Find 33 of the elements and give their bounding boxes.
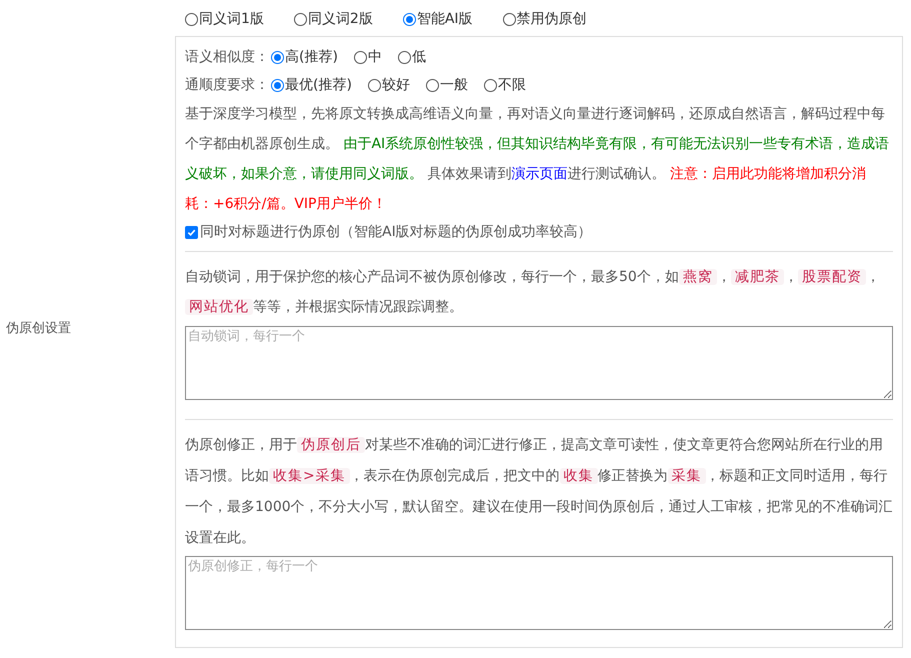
radio-label: 智能AI版 [416, 10, 473, 28]
radio-label: 同义词1版 [199, 10, 264, 28]
radio-button[interactable] [271, 78, 284, 92]
ai-description: 基于深度学习模型，先将原文转换成高维语义向量，再对语义向量进行逐词解码，还原成自然语言，解码过程中每个字都由机器原创生成。 由于AI系统原创性较强，但其知识结构毕竟有限，有可能无法识别一些专有术语，造成语义破坏，如果介意，请使用同义词版。 具体效果请到演示页面进行测试确认。 注意：启用此功能将增加积分消耗：+6积分/篇。VIP用户半价！ [185, 105, 890, 214]
section-label: 伪原创设置 [6, 321, 71, 336]
radio-button[interactable] [368, 78, 381, 92]
radio-label: 最优(推荐) [285, 76, 352, 94]
demo-page-link[interactable]: 演示页面 [511, 166, 568, 182]
corrections-description: 伪原创修正，用于 伪原创后 对某些不准确的词汇进行修正，提高文章可读性，使文章更符合您网站所在行业的用语习惯。比如 收集>采集 ，表示在伪原创完成后，把文中的 收集 修正替换为 采集 ，标题和正文同时适用，每行一个，最多1000个，不分大小写，默认留空。建议在使用一段时间伪原创后，通过人工审核，把常见的不准确词汇设置在此。 [185, 436, 893, 548]
radio-label: 高(推荐) [285, 48, 338, 66]
radio-button[interactable] [294, 12, 307, 26]
radio-label: 不限 [498, 76, 526, 94]
radio-button[interactable] [402, 12, 416, 26]
radio-label: 同义词2版 [308, 10, 373, 28]
radio-label: 低 [412, 48, 426, 66]
field-label: 通顺度要求： [185, 76, 269, 94]
radio-label: 一般 [440, 76, 468, 94]
checkbox-label: 同时对标题进行伪原创（智能AI版对标题的伪原创成功率较高） [200, 222, 592, 242]
radio-label: 较好 [382, 76, 410, 94]
radio-button[interactable] [271, 50, 284, 64]
field-label: 语义相似度： [185, 48, 269, 66]
radio-button[interactable] [502, 12, 516, 26]
corrections-field[interactable]: 伪原创修正，每行一个 [185, 556, 893, 630]
checkbox[interactable] [185, 226, 198, 238]
radio-button[interactable] [484, 78, 497, 92]
radio-button[interactable] [185, 12, 198, 26]
radio-label: 禁用伪原创 [516, 10, 587, 28]
radio-button[interactable] [398, 50, 411, 64]
radio-label: 中 [368, 48, 382, 66]
lock-words-description: 自动锁词，用于保护您的核心产品词不被伪原创修改，每行一个，最多50个，如 燕窝 ， 减肥茶 ， 股票配资 ， 网站优化 等等，并根据实际情况跟踪调整。 [185, 268, 881, 317]
radio-button[interactable] [354, 50, 367, 64]
radio-button[interactable] [426, 78, 439, 92]
lock-words-field[interactable]: 自动锁词，每行一个 [185, 326, 893, 400]
